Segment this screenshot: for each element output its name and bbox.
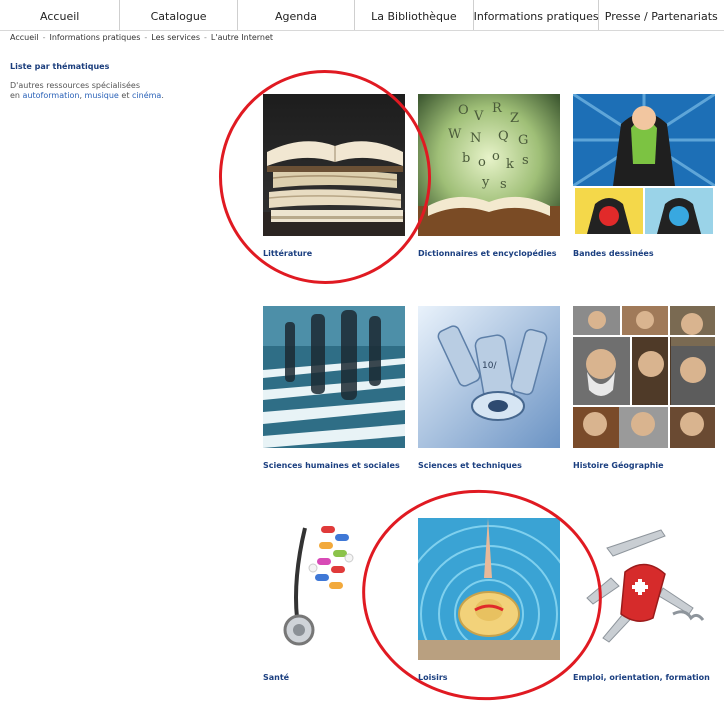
breadcrumb: Accueil - Informations pratiques - Les servi… (10, 33, 273, 42)
tile-sciences-techniques[interactable]: 10/ Sciences et techniques (418, 306, 560, 470)
open-book-letters-photo[interactable]: OVRZ WNQG books ys (418, 94, 560, 236)
svg-text:y: y (481, 175, 490, 190)
breadcrumb-item-services[interactable]: Les services (151, 33, 200, 42)
microscope-photo[interactable]: 10/ (418, 306, 560, 448)
tile-bandes-dessinees[interactable]: Bandes dessinées (573, 94, 715, 258)
nav-item-catalogue[interactable]: Catalogue (120, 0, 238, 30)
svg-text:V: V (473, 109, 484, 124)
svg-text:G: G (518, 133, 528, 148)
sidebar-desc-links: en autoformation, musique et cinéma. (10, 91, 230, 101)
svg-text:s: s (522, 153, 529, 168)
svg-text:O: O (458, 103, 469, 118)
svg-text:s: s (500, 177, 507, 192)
crosswalk-people-photo[interactable] (263, 306, 405, 448)
top-navigation: Accueil Catalogue Agenda La Bibliothèque… (0, 0, 724, 31)
sidebar-desc-prefix: en (10, 91, 23, 100)
tile-caption-sante[interactable]: Santé (263, 673, 289, 682)
highlight-circle-litterature (205, 56, 445, 298)
tile-caption-dictionnaires[interactable]: Dictionnaires et encyclopédies (418, 249, 557, 258)
svg-text:Q: Q (498, 129, 509, 144)
tile-caption-sciences-techniques[interactable]: Sciences et techniques (418, 461, 522, 470)
breadcrumb-separator: - (144, 33, 148, 42)
nav-item-agenda[interactable]: Agenda (238, 0, 356, 30)
sidebar-title[interactable]: Liste par thématiques (10, 62, 230, 71)
link-autoformation[interactable]: autoformation (23, 91, 80, 100)
tile-histoire-geographie[interactable]: Histoire Géographie (573, 306, 715, 470)
comic-superhero-photo[interactable] (573, 94, 715, 236)
breadcrumb-item-accueil[interactable]: Accueil (10, 33, 39, 42)
breadcrumb-item-current: L'autre Internet (210, 33, 274, 42)
breadcrumb-item-informations[interactable]: Informations pratiques (49, 33, 140, 42)
breadcrumb-separator: - (42, 33, 46, 42)
breadcrumb-separator: - (204, 33, 207, 42)
nav-item-presse-partenariats[interactable]: Presse / Partenariats (599, 0, 724, 30)
svg-text:Z: Z (510, 111, 519, 126)
nav-item-accueil[interactable]: Accueil (0, 0, 121, 30)
sidebar-desc-and: et (118, 91, 133, 100)
portraits-collage-photo[interactable] (573, 306, 715, 448)
tile-caption-histoire-geographie[interactable]: Histoire Géographie (573, 461, 664, 470)
nav-item-bibliotheque[interactable]: La Bibliothèque (355, 0, 474, 30)
nav-item-informations-pratiques[interactable]: Informations pratiques (474, 0, 599, 30)
tile-caption-emploi[interactable]: Emploi, orientation, formation (573, 673, 710, 682)
svg-text:b: b (462, 151, 470, 166)
link-musique[interactable]: musique (85, 91, 119, 100)
link-cinema[interactable]: cinéma (132, 91, 161, 100)
svg-text:R: R (492, 101, 503, 116)
sidebar-desc-line: D'autres ressources spécialisées (10, 81, 141, 90)
svg-text:o: o (492, 149, 500, 164)
svg-text:o: o (478, 155, 486, 170)
svg-text:N: N (470, 131, 481, 146)
tile-dictionnaires[interactable]: OVRZ WNQG books ys Dictionnaires et ency… (418, 94, 560, 258)
tile-sciences-humaines[interactable]: Sciences humaines et sociales (263, 306, 405, 470)
svg-text:10/: 10/ (482, 361, 497, 371)
sidebar-description: D'autres ressources spécialisées en auto… (10, 81, 230, 101)
svg-text:W: W (448, 127, 462, 142)
sidebar: Liste par thématiques D'autres ressource… (10, 62, 230, 101)
svg-text:k: k (506, 157, 514, 172)
tile-caption-bandes-dessinees[interactable]: Bandes dessinées (573, 249, 654, 258)
sidebar-desc-period: . (161, 91, 164, 100)
tile-caption-sciences-humaines[interactable]: Sciences humaines et sociales (263, 461, 400, 470)
